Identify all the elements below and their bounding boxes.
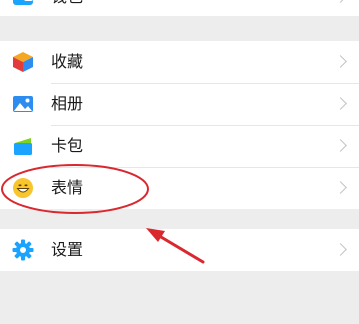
- gear-icon: [12, 239, 34, 261]
- card-wallet-icon: [14, 138, 32, 155]
- group-media: 收藏 相册 卡包 表情: [0, 41, 359, 209]
- chevron-right-icon: [334, 243, 347, 256]
- wallet-label: 钱包: [51, 0, 83, 7]
- smiley-icon: [13, 178, 33, 198]
- group-settings: 设置: [0, 229, 359, 271]
- row-settings[interactable]: 设置: [0, 229, 359, 271]
- settings-label: 设置: [51, 240, 84, 259]
- chevron-right-icon: [334, 0, 347, 3]
- album-image-icon: [13, 96, 33, 112]
- favorites-cube-icon: [13, 52, 33, 72]
- chevron-right-icon: [334, 181, 347, 194]
- group-wallet: 钱包: [0, 0, 359, 16]
- wallet-icon: [13, 0, 33, 5]
- album-label: 相册: [51, 94, 84, 113]
- cards-label: 卡包: [51, 136, 84, 155]
- row-favorites[interactable]: 收藏: [0, 41, 359, 83]
- row-cards[interactable]: 卡包: [0, 125, 359, 167]
- row-wallet[interactable]: 钱包: [0, 0, 359, 18]
- stickers-label: 表情: [51, 178, 84, 197]
- chevron-right-icon: [334, 97, 347, 110]
- row-album[interactable]: 相册: [0, 83, 359, 125]
- row-stickers[interactable]: 表情: [0, 167, 359, 209]
- chevron-right-icon: [334, 139, 347, 152]
- chevron-right-icon: [334, 55, 347, 68]
- favorites-label: 收藏: [51, 52, 84, 71]
